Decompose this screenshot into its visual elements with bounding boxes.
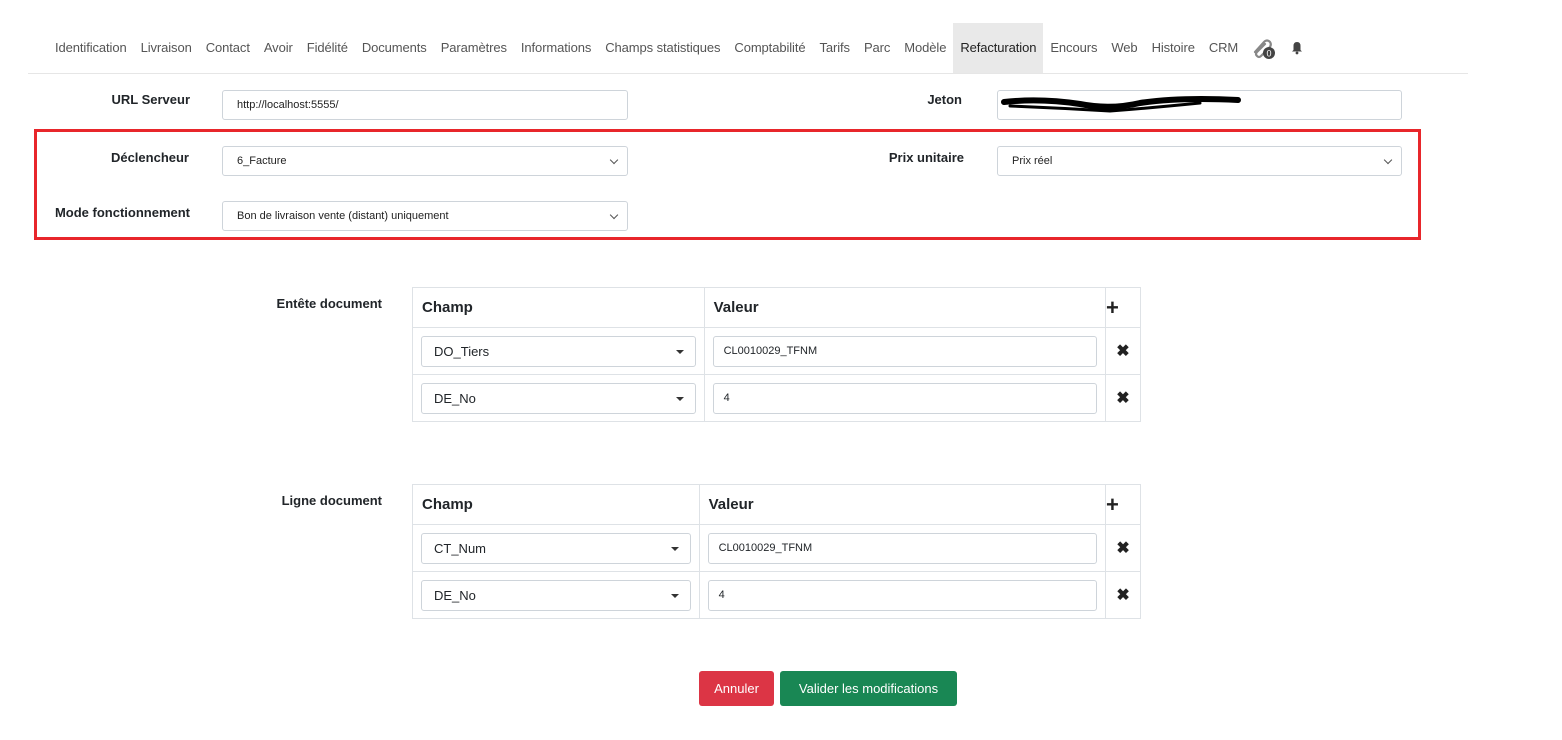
url-serveur-input[interactable]: http://localhost:5555/: [222, 90, 628, 120]
remove-row-icon[interactable]: ✖: [1116, 587, 1129, 604]
remove-row-icon[interactable]: ✖: [1116, 540, 1129, 557]
ligne-champ-select[interactable]: CT_Num: [421, 532, 691, 564]
tab-parametres[interactable]: Paramètres: [434, 23, 514, 73]
ligne-table: Champ Valeur + CT_Num CL0010029_TFNM ✖ D…: [412, 484, 1141, 619]
tab-champs-statistiques[interactable]: Champs statistiques: [598, 23, 727, 73]
tab-refacturation[interactable]: Refacturation: [953, 23, 1044, 73]
tab-parc[interactable]: Parc: [857, 23, 897, 73]
ligne-col-valeur: Valeur: [698, 484, 1107, 525]
paperclip-icon: 0: [1254, 39, 1276, 59]
remove-row-icon[interactable]: ✖: [1116, 343, 1129, 360]
ligne-champ-select[interactable]: DE_No: [421, 579, 691, 611]
tab-comptabilite[interactable]: Comptabilité: [727, 23, 812, 73]
entete-col-champ: Champ: [412, 287, 705, 328]
save-changes-button[interactable]: Valider les modifications: [780, 671, 957, 706]
tab-histoire[interactable]: Histoire: [1145, 23, 1202, 73]
jeton-label: Jeton: [927, 92, 962, 107]
tab-tarifs[interactable]: Tarifs: [812, 23, 856, 73]
tab-modele[interactable]: Modèle: [897, 23, 953, 73]
attachments-count-badge: 0: [1267, 49, 1272, 59]
entete-valeur-input[interactable]: CL0010029_TFNM: [712, 335, 1098, 367]
entete-col-valeur: Valeur: [703, 287, 1107, 328]
cancel-button[interactable]: Annuler: [699, 671, 774, 706]
attachments-tab[interactable]: 0: [1245, 23, 1285, 73]
entete-document-label: Entête document: [276, 296, 382, 311]
highlight-box: [34, 129, 1421, 240]
tab-encours[interactable]: Encours: [1043, 23, 1104, 73]
add-ligne-row-icon[interactable]: +: [1106, 492, 1119, 517]
entete-valeur-input[interactable]: 4: [712, 382, 1098, 414]
table-row: DO_Tiers CL0010029_TFNM ✖: [412, 327, 1141, 375]
url-serveur-label: URL Serveur: [111, 92, 190, 107]
entete-table: Champ Valeur + DO_Tiers CL0010029_TFNM ✖…: [412, 287, 1141, 422]
tab-identification[interactable]: Identification: [28, 23, 134, 73]
entete-champ-select[interactable]: DE_No: [421, 382, 696, 414]
ligne-valeur-input[interactable]: CL0010029_TFNM: [707, 532, 1098, 564]
tab-web[interactable]: Web: [1104, 23, 1144, 73]
tab-bar: Identification Livraison Contact Avoir F…: [28, 23, 1468, 74]
tab-documents[interactable]: Documents: [355, 23, 434, 73]
tab-crm[interactable]: CRM: [1202, 23, 1245, 73]
tab-contact[interactable]: Contact: [199, 23, 257, 73]
table-row: CT_Num CL0010029_TFNM ✖: [412, 524, 1141, 572]
bell-icon: [1292, 42, 1303, 55]
tab-livraison[interactable]: Livraison: [134, 23, 199, 73]
notifications-tab[interactable]: [1285, 23, 1309, 73]
table-row: DE_No 4 ✖: [412, 571, 1141, 619]
ligne-col-champ: Champ: [412, 484, 700, 525]
tab-avoir[interactable]: Avoir: [257, 23, 300, 73]
tab-fidelite[interactable]: Fidélité: [300, 23, 355, 73]
ligne-valeur-input[interactable]: 4: [707, 579, 1098, 611]
ligne-document-label: Ligne document: [281, 493, 382, 508]
remove-row-icon[interactable]: ✖: [1116, 390, 1129, 407]
table-row: DE_No 4 ✖: [412, 374, 1141, 422]
redaction-scribble: [1001, 96, 1241, 113]
tab-informations[interactable]: Informations: [514, 23, 598, 73]
entete-champ-select[interactable]: DO_Tiers: [421, 335, 696, 367]
add-entete-row-icon[interactable]: +: [1106, 295, 1119, 320]
